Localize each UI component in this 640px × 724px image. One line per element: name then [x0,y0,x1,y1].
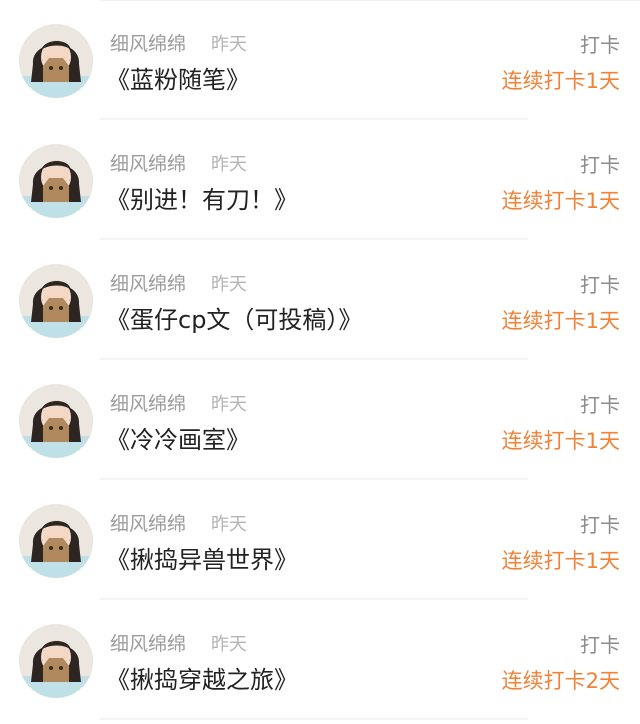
book-title[interactable]: 《冷冷画室》 [106,424,250,456]
user-avatar[interactable] [19,384,93,458]
feed-item[interactable]: 细风绵绵 昨天 《蛋仔cp文（可投稿）》 打卡 连续打卡1天 [0,240,640,360]
user-avatar[interactable] [19,504,93,578]
checkin-streak-label: 连续打卡2天 [501,669,620,693]
user-avatar[interactable] [19,24,93,98]
book-title[interactable]: 《蓝粉随笔》 [106,64,250,96]
avatar-photo-icon [19,624,93,698]
post-time: 昨天 [211,514,247,535]
checkin-streak-label: 连续打卡1天 [501,309,620,333]
book-title[interactable]: 《蛋仔cp文（可投稿）》 [106,304,362,336]
checkin-action-label: 打卡 [580,633,620,657]
user-name[interactable]: 细风绵绵 [110,32,186,56]
checkin-streak-label: 连续打卡1天 [501,549,620,573]
checkin-action-label: 打卡 [580,513,620,537]
checkin-feed-list: 细风绵绵 昨天 《蓝粉随笔》 打卡 连续打卡1天 细风绵绵 昨天 《别进！有刀！… [0,0,640,720]
user-name[interactable]: 细风绵绵 [110,632,186,656]
post-time: 昨天 [211,394,247,415]
user-name[interactable]: 细风绵绵 [110,152,186,176]
checkin-action-label: 打卡 [580,273,620,297]
feed-item[interactable]: 细风绵绵 昨天 《别进！有刀！》 打卡 连续打卡1天 [0,120,640,240]
feed-item[interactable]: 细风绵绵 昨天 《蓝粉随笔》 打卡 连续打卡1天 [0,0,640,120]
avatar-photo-icon [19,264,93,338]
checkin-action-label: 打卡 [580,33,620,57]
book-title[interactable]: 《揪捣异兽世界》 [106,544,298,576]
checkin-action-label: 打卡 [580,153,620,177]
avatar-photo-icon [19,144,93,218]
book-title[interactable]: 《别进！有刀！》 [106,184,298,216]
user-avatar[interactable] [19,624,93,698]
post-time: 昨天 [211,34,247,55]
post-time: 昨天 [211,274,247,295]
book-title[interactable]: 《揪捣穿越之旅》 [106,664,298,696]
user-name[interactable]: 细风绵绵 [110,512,186,536]
post-time: 昨天 [211,634,247,655]
feed-item[interactable]: 细风绵绵 昨天 《揪捣穿越之旅》 打卡 连续打卡2天 [0,600,640,720]
feed-item[interactable]: 细风绵绵 昨天 《揪捣异兽世界》 打卡 连续打卡1天 [0,480,640,600]
checkin-streak-label: 连续打卡1天 [501,189,620,213]
user-name[interactable]: 细风绵绵 [110,272,186,296]
user-avatar[interactable] [19,264,93,338]
checkin-streak-label: 连续打卡1天 [501,69,620,93]
avatar-photo-icon [19,24,93,98]
user-avatar[interactable] [19,144,93,218]
feed-item[interactable]: 细风绵绵 昨天 《冷冷画室》 打卡 连续打卡1天 [0,360,640,480]
checkin-streak-label: 连续打卡1天 [501,429,620,453]
user-name[interactable]: 细风绵绵 [110,392,186,416]
avatar-photo-icon [19,384,93,458]
post-time: 昨天 [211,154,247,175]
checkin-action-label: 打卡 [580,393,620,417]
avatar-photo-icon [19,504,93,578]
